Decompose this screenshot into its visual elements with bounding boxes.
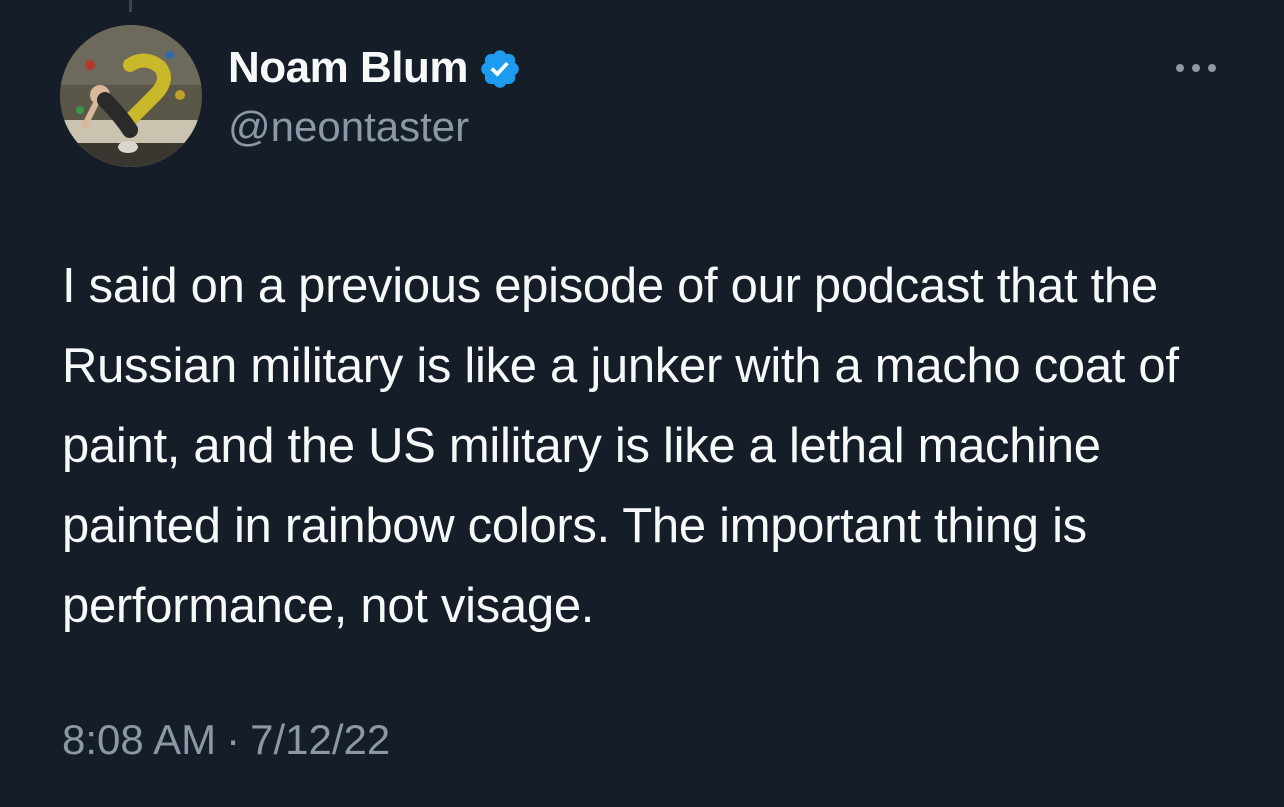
author-handle[interactable]: @neontaster xyxy=(228,103,469,151)
more-options-icon xyxy=(1176,64,1216,72)
author-name-row[interactable]: Noam Blum xyxy=(228,40,522,96)
more-options-button[interactable] xyxy=(1168,52,1224,84)
tweet-timestamp[interactable]: 8:08 AM · 7/12/22 xyxy=(62,716,390,764)
avatar-image xyxy=(60,25,202,167)
tweet-time[interactable]: 8:08 AM xyxy=(62,716,216,763)
timestamp-separator: · xyxy=(226,716,241,763)
verified-badge-icon xyxy=(481,50,519,88)
tweet-date[interactable]: 7/12/22 xyxy=(250,716,390,763)
tweet-text: I said on a previous episode of our podc… xyxy=(62,259,1193,633)
tweet: Noam Blum @neontaster I said on a previo… xyxy=(0,0,1284,807)
avatar[interactable] xyxy=(60,25,202,167)
author-display-name[interactable]: Noam Blum xyxy=(228,43,468,93)
